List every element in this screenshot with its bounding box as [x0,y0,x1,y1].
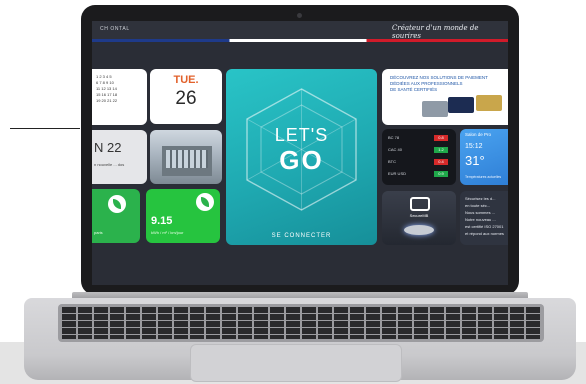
promo-headline: N 22 [94,140,122,155]
market-value: 0.9 [434,171,448,177]
market-label: CAC 40 [388,147,403,152]
calendar-grid: 1 2 3 4 5 6 7 8 9 10 11 12 13 14 15 16 1… [96,74,144,104]
iso-tile[interactable]: Sécurisez les d... en toute séc... Nous … [460,191,508,245]
market-value: 0.8 [434,135,448,141]
market-row: BC 78 0.8 [388,135,448,143]
energy-tile[interactable]: 9.15 kWh / m² / km/jour [146,189,220,243]
market-label: EUR USD [388,171,407,176]
keyboard [58,304,544,342]
energy-caption: kWh / m² / km/jour [151,230,184,235]
building-windows [166,150,208,168]
market-row: EUR USD 0.9 [388,171,448,179]
callout-line [10,128,80,129]
health-line: DE SANTÉ CERTIFIÉS [390,87,438,92]
weather-tile[interactable]: Salon de Pro 15:12 31° Températures actu… [460,129,508,185]
energy-icon [196,193,214,211]
iso-line: est certifié ISO 27001 [465,224,504,229]
market-label: BTC [388,159,396,164]
weather-location: Salon de Pro [465,132,492,137]
weekday-label: TUE. [173,74,199,86]
calendar-tile[interactable]: 1 2 3 4 5 6 7 8 9 10 11 12 13 14 15 16 1… [92,69,147,125]
market-value: 0.4 [434,159,448,165]
weather-caption: Températures actuelles [465,175,502,179]
promo-text: n nouvelle ... dos [94,162,125,167]
weather-time: 15:12 [465,143,483,150]
health-line: DÉCOUVREZ NOS SOLUTIONS DE PAIEMENT [390,75,488,80]
card-icon [448,97,474,113]
app-title: CH ONTAL [100,26,130,32]
secure-logo-icon [410,197,430,211]
iso-line: Nous sommes ... [465,210,496,215]
market-label: BC 78 [388,135,400,140]
tricolor-stripe [92,39,508,42]
energy-value: 9.15 [151,215,173,227]
screen: CH ONTAL Créateur d'un monde de sourires… [92,21,508,285]
market-row: CAC 40 1.2 [388,147,448,155]
weather-temperature: 31° [465,153,485,168]
keyboard-rows [62,307,540,339]
device-image [404,225,434,235]
card-icon [476,95,502,111]
lets-go-tile[interactable]: LET'S GO SE CONNECTER [226,69,377,245]
secure-name: SecureMB [409,213,429,218]
leaf-icon [108,195,126,213]
date-tile[interactable]: TUE. 26 [150,69,222,124]
iso-line: et répond aux normes [465,231,504,236]
card-icon [422,101,448,117]
health-payment-tile[interactable]: DÉCOUVREZ NOS SOLUTIONS DE PAIEMENT DÉDI… [382,69,508,125]
iso-line: Sécurisez les d... [465,196,496,201]
top-bar: CH ONTAL Créateur d'un monde de sourires [92,21,508,40]
health-line: DÉDIÉES AUX PROFESSIONNELS [390,81,463,86]
market-row: BTC 0.4 [388,159,448,167]
building-photo-tile[interactable] [150,130,222,184]
lets-label: LET'S [274,125,329,145]
day-number: 26 [175,88,197,109]
eco-tile[interactable]: paris [92,189,140,243]
secure-tile[interactable]: SecureMB [382,191,456,245]
webcam-icon [297,13,302,18]
connect-button[interactable]: SE CONNECTER [226,233,377,239]
go-label: GO [279,145,324,175]
trackpad [190,344,402,382]
iso-line: Notre nouveau ... [465,217,496,222]
market-tile[interactable]: BC 78 0.8 CAC 40 1.2 BTC 0.4 EUR USD 0.9 [382,129,456,185]
tagline: Créateur d'un monde de sourires [392,24,479,40]
market-value: 1.2 [434,147,448,153]
calendar-row: 19 20 21 22 [96,98,118,103]
iso-line: en toute séc... [465,203,491,208]
promo-tile[interactable]: N 22 n nouvelle ... dos [92,130,147,184]
eco-caption: paris [94,230,103,235]
